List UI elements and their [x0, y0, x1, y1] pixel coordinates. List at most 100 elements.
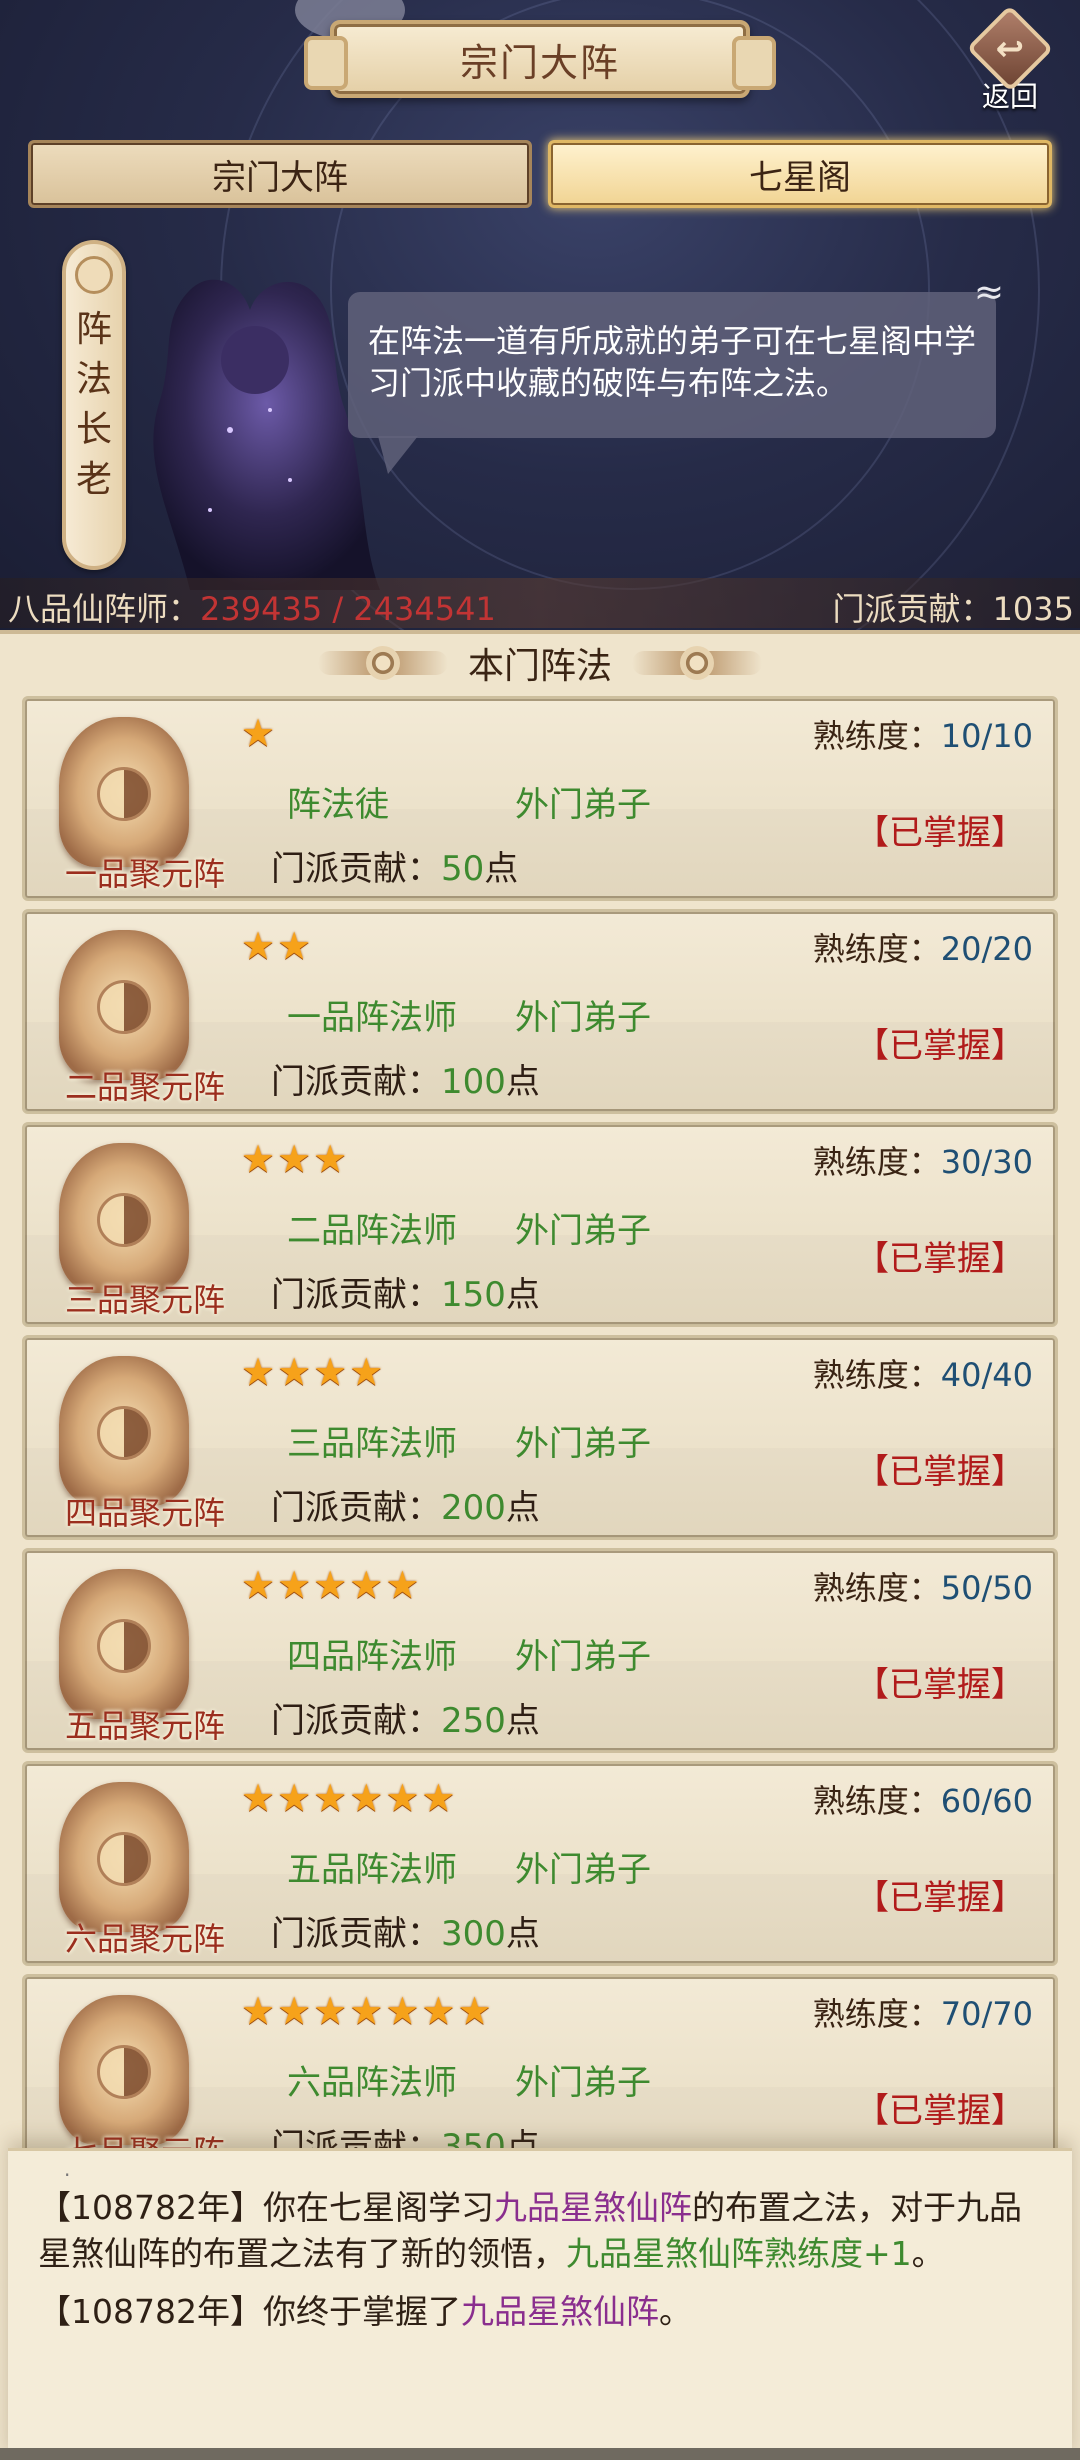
section-title: 本门阵法 [0, 634, 1080, 692]
mastered-status: 【已掌握】 [855, 1239, 1025, 1279]
proficiency: 熟练度：10/10 [813, 711, 1033, 757]
stats-bar: 八品仙阵师：239435 / 2434541 门派贡献：1035 [0, 578, 1080, 628]
contribution-cost-unit: 点 [505, 1062, 540, 1102]
required-rank: 阵法徒 [287, 785, 389, 825]
proficiency: 熟练度：50/50 [813, 1563, 1033, 1609]
required-rank: 六品阵法师 [287, 2063, 457, 2103]
contribution-cost-label: 门派贡献： [271, 1275, 441, 1315]
formation-list[interactable]: 一品聚元阵 ★ 熟练度：10/10 阵法徒 外门弟子 门派贡献：50点 【已掌握】 二品聚元阵… [22, 696, 1058, 2187]
taiji-icon [97, 1406, 151, 1460]
bottom-edge [0, 2448, 1080, 2460]
star-icon: ★ [241, 1989, 276, 2033]
star-icon: ★ [241, 1137, 276, 1181]
star-icon: ★ [313, 1989, 348, 2033]
contribution-cost: 门派贡献：300点 [271, 1906, 540, 1955]
contribution-cost-value: 100 [441, 1062, 506, 1102]
taiji-icon [97, 1832, 151, 1886]
contribution-cost-unit: 点 [505, 1914, 540, 1954]
formation-item[interactable]: 一品聚元阵 ★ 熟练度：10/10 阵法徒 外门弟子 门派贡献：50点 【已掌握】 [22, 696, 1058, 901]
proficiency-value: 60/60 [940, 1782, 1033, 1820]
contribution-cost-unit: 点 [505, 1701, 540, 1741]
contribution-cost-value: 250 [441, 1701, 506, 1741]
proficiency-label: 熟练度： [812, 1995, 941, 2033]
star-icon: ★ [241, 1563, 276, 1607]
star-rating: ★ ★ ★ ★ ★ ★ ★ [241, 1991, 492, 2031]
star-icon: ★ [277, 1137, 312, 1181]
required-disciple: 外门弟子 [515, 785, 651, 825]
contribution-label: 门派贡献： [832, 590, 993, 628]
required-rank: 四品阵法师 [287, 1637, 457, 1677]
formation-item[interactable]: 二品聚元阵 ★ ★ 熟练度：20/20 一品阵法师 外门弟子 门派贡献：100点 【已掌握】 [22, 909, 1058, 1114]
star-icon: ★ [277, 1563, 312, 1607]
formation-item[interactable]: 六品聚元阵 ★ ★ ★ ★ ★ ★ 熟练度：60/60 五品阵法师 外门弟子 门派贡献：300点 【已… [22, 1761, 1058, 1966]
contribution-cost-unit: 点 [484, 849, 519, 889]
contribution-cost-value: 200 [441, 1488, 506, 1528]
formation-name: 四品聚元阵 [64, 1494, 225, 1532]
proficiency-value: 20/20 [940, 930, 1033, 968]
required-rank: 二品阵法师 [287, 1211, 457, 1251]
star-rating: ★ ★ [241, 926, 311, 966]
log-text: 。 [658, 2292, 692, 2331]
star-icon: ★ [457, 1989, 492, 2033]
event-log[interactable]: · 【108782年】你在七星阁学习九品星煞仙阵的布置之法，对于九品星煞仙阵的布… [8, 2148, 1072, 2460]
formation-name: 六品聚元阵 [64, 1920, 225, 1958]
log-entry: 【108782年】你在七星阁学习九品星煞仙阵的布置之法，对于九品星煞仙阵的布置之… [38, 2185, 1044, 2277]
star-icon: ★ [241, 924, 276, 968]
contribution-cost: 门派贡献：150点 [271, 1267, 540, 1316]
formation-name: 一品聚元阵 [64, 855, 225, 893]
banner-knob-icon [75, 256, 113, 294]
mastered-status: 【已掌握】 [855, 1452, 1025, 1492]
required-disciple: 外门弟子 [515, 1424, 651, 1464]
elder-speech-bubble: ≈ 在阵法一道有所成就的弟子可在七星阁中学习门派中收藏的破阵与布阵之法。 [348, 272, 1004, 474]
formation-item[interactable]: 三品聚元阵 ★ ★ ★ 熟练度：30/30 二品阵法师 外门弟子 门派贡献：150点 【已掌握】 [22, 1122, 1058, 1327]
star-icon: ★ [277, 1350, 312, 1394]
star-rating: ★ [241, 713, 275, 753]
mastered-status: 【已掌握】 [855, 1026, 1025, 1066]
log-year: 【108782年】 [38, 2188, 263, 2227]
proficiency-label: 熟练度： [812, 717, 941, 755]
proficiency-label: 熟练度： [812, 1782, 941, 1820]
formation-item[interactable]: 四品聚元阵 ★ ★ ★ ★ 熟练度：40/40 三品阵法师 外门弟子 门派贡献：200点 【已掌握… [22, 1335, 1058, 1540]
required-disciple: 外门弟子 [515, 1850, 651, 1890]
star-icon: ★ [349, 1350, 384, 1394]
star-icon: ★ [421, 1989, 456, 2033]
star-icon: ★ [385, 1563, 420, 1607]
log-text: 。 [911, 2234, 945, 2273]
formation-scroll-icon [59, 1782, 189, 1932]
contribution-cost-label: 门派贡献： [271, 1914, 441, 1954]
formation-name: 五品聚元阵 [64, 1707, 225, 1745]
star-icon: ★ [241, 711, 276, 755]
formation-item[interactable]: 五品聚元阵 ★ ★ ★ ★ ★ 熟练度：50/50 四品阵法师 外门弟子 门派贡献：250点 【已掌… [22, 1548, 1058, 1753]
proficiency: 熟练度：70/70 [813, 1989, 1033, 2035]
elder-name-char: 长 [75, 409, 112, 450]
contribution-cost-value: 300 [441, 1914, 506, 1954]
required-rank: 一品阵法师 [287, 998, 457, 1038]
star-icon: ★ [421, 1776, 456, 1820]
formation-scroll-icon [59, 1569, 189, 1719]
taiji-icon [97, 980, 151, 1034]
proficiency: 熟练度：60/60 [813, 1776, 1033, 1822]
tab-sect-formation[interactable]: 宗门大阵 [28, 140, 532, 208]
tab-seven-star-pavilion[interactable]: 七星阁 [548, 140, 1052, 208]
page-title: 宗门大阵 [304, 20, 776, 98]
tab-bar: 宗门大阵 七星阁 [28, 140, 1052, 208]
contribution-cost: 门派贡献：50点 [271, 841, 518, 890]
proficiency-value: 30/30 [940, 1143, 1033, 1181]
star-icon: ★ [277, 1989, 312, 2033]
star-rating: ★ ★ ★ ★ [241, 1352, 383, 1392]
back-button[interactable]: ↩ 返回 [960, 5, 1060, 115]
proficiency-value: 40/40 [940, 1356, 1033, 1394]
star-rating: ★ ★ ★ ★ ★ ★ [241, 1778, 455, 1818]
formation-scroll-icon [59, 1356, 189, 1506]
taiji-ornament-icon [632, 646, 762, 680]
required-rank: 三品阵法师 [287, 1424, 457, 1464]
contribution-cost-label: 门派贡献： [271, 849, 441, 889]
contribution-cost-label: 门派贡献： [271, 1701, 441, 1741]
proficiency-value: 50/50 [940, 1569, 1033, 1607]
star-icon: ★ [349, 1989, 384, 2033]
proficiency-label: 熟练度： [812, 1356, 941, 1394]
star-icon: ★ [313, 1563, 348, 1607]
formation-rank: 八品仙阵师：239435 / 2434541 [8, 584, 496, 630]
formation-scroll-icon [59, 930, 189, 1080]
log-text: 你在七星阁学习 [262, 2188, 494, 2227]
